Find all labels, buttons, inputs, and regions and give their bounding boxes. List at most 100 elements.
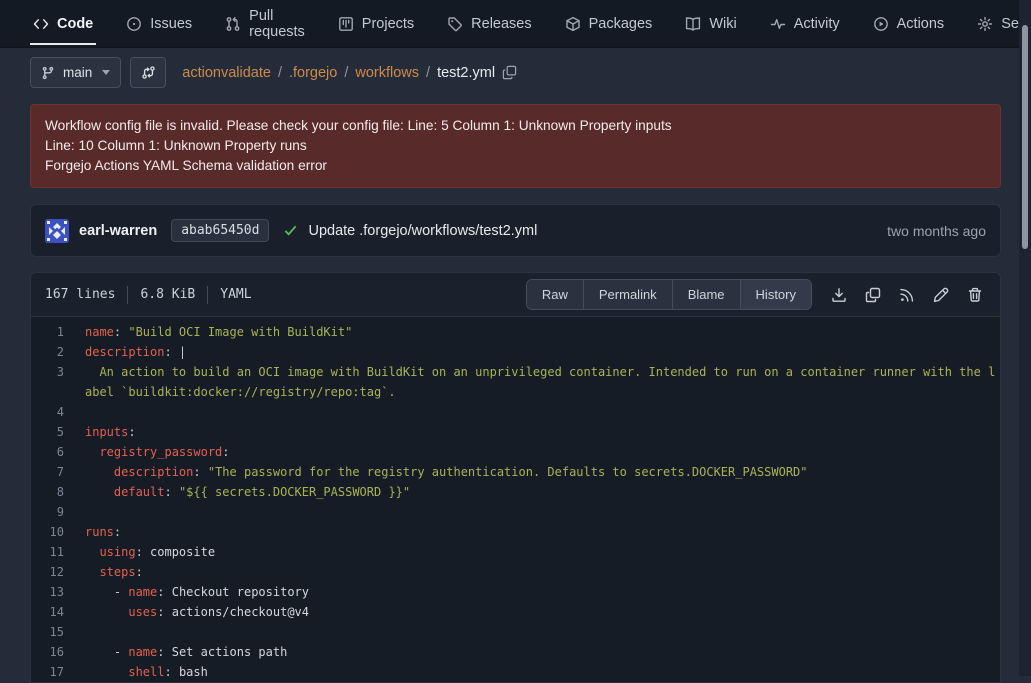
line-number[interactable]: 12: [31, 562, 85, 582]
line-number[interactable]: 14: [31, 602, 85, 622]
commit-message[interactable]: Update .forgejo/workflows/test2.yml: [308, 223, 537, 239]
repo-tabs: Code Issues Pull requests Projects Releases P…: [0, 0, 1031, 48]
code-line: 11 using: composite: [31, 542, 1000, 562]
line-content: description: "The password for the regis…: [85, 462, 1000, 482]
breadcrumb-separator: /: [278, 65, 282, 81]
code-line: 17 shell: bash: [31, 662, 1000, 682]
code-line: 2description: |: [31, 342, 1000, 362]
line-number[interactable]: 11: [31, 542, 85, 562]
tab-label: Activity: [794, 16, 840, 32]
chevron-down-icon: [102, 70, 110, 75]
breadcrumb-.forgejo[interactable]: .forgejo: [289, 65, 337, 81]
compare-button[interactable]: [130, 57, 166, 88]
code-line: 10runs:: [31, 522, 1000, 542]
git-branch-icon: [41, 66, 55, 80]
line-content: [85, 402, 1000, 422]
page-scrollbar: [1019, 0, 1031, 676]
tab-issues[interactable]: Issues: [123, 0, 195, 47]
line-content: - name: Checkout repository: [85, 582, 1000, 602]
file-size: 6.8 KiB: [140, 287, 195, 302]
line-number[interactable]: 1: [31, 322, 85, 342]
git-compare-icon: [141, 65, 156, 80]
line-number[interactable]: 9: [31, 502, 85, 522]
line-number[interactable]: 7: [31, 462, 85, 482]
scrollbar-thumb[interactable]: [1022, 25, 1028, 249]
line-number[interactable]: 13: [31, 582, 85, 602]
breadcrumb-workflows[interactable]: workflows: [355, 65, 419, 81]
line-content: registry_password:: [85, 442, 1000, 462]
tab-projects[interactable]: Projects: [335, 0, 417, 47]
code-line: 8 default: "${{ secrets.DOCKER_PASSWORD …: [31, 482, 1000, 502]
code-line: 6 registry_password:: [31, 442, 1000, 462]
code-line: 4: [31, 402, 1000, 422]
tab-label: Packages: [589, 16, 653, 32]
rss-button[interactable]: [892, 280, 922, 310]
edit-button[interactable]: [926, 280, 956, 310]
file-language: YAML: [220, 287, 251, 302]
line-content: name: "Build OCI Image with BuildKit": [85, 322, 1000, 342]
package-icon: [565, 16, 581, 32]
file-info: 167 lines 6.8 KiB YAML: [45, 286, 252, 304]
error-line: Line: 10 Column 1: Unknown Property runs: [45, 136, 986, 156]
code-icon: [33, 16, 49, 32]
line-number[interactable]: 6: [31, 442, 85, 462]
code-line: 7 description: "The password for the reg…: [31, 462, 1000, 482]
line-content: runs:: [85, 522, 1000, 542]
line-number[interactable]: 3: [31, 362, 85, 402]
line-number[interactable]: 2: [31, 342, 85, 362]
tab-label: Projects: [362, 16, 414, 32]
download-button[interactable]: [824, 280, 854, 310]
file-line-count: 167 lines: [45, 287, 115, 302]
tab-activity[interactable]: Activity: [767, 0, 843, 47]
code-line: 3 An action to build an OCI image with B…: [31, 362, 1000, 402]
line-number[interactable]: 17: [31, 662, 85, 682]
tab-label: Code: [57, 16, 93, 32]
breadcrumb-separator: /: [344, 65, 348, 81]
line-content: [85, 622, 1000, 642]
permalink-button[interactable]: Permalink: [584, 280, 673, 309]
tag-icon: [447, 16, 463, 32]
line-number[interactable]: 8: [31, 482, 85, 502]
file-header: 167 lines 6.8 KiB YAML RawPermalinkBlame…: [31, 273, 1000, 317]
line-number[interactable]: 16: [31, 642, 85, 662]
raw-button[interactable]: Raw: [527, 280, 584, 309]
tab-label: Pull requests: [249, 8, 305, 40]
code-line: 1name: "Build OCI Image with BuildKit": [31, 322, 1000, 342]
commit-author[interactable]: earl-warren: [79, 223, 157, 239]
tab-packages[interactable]: Packages: [562, 0, 656, 47]
blame-button[interactable]: Blame: [673, 280, 741, 309]
book-icon: [685, 16, 701, 32]
commit-hash[interactable]: abab65450d: [171, 219, 269, 242]
breadcrumb-actionvalidate[interactable]: actionvalidate: [182, 65, 271, 81]
tab-releases[interactable]: Releases: [444, 0, 534, 47]
line-number[interactable]: 5: [31, 422, 85, 442]
tab-wiki[interactable]: Wiki: [682, 0, 739, 47]
line-content: description: |: [85, 342, 1000, 362]
copy-button[interactable]: [858, 280, 888, 310]
error-line: Forgejo Actions YAML Schema validation e…: [45, 156, 986, 176]
history-button[interactable]: History: [741, 280, 811, 309]
line-content: [85, 502, 1000, 522]
file-view: 167 lines 6.8 KiB YAML RawPermalinkBlame…: [30, 272, 1001, 683]
line-number[interactable]: 10: [31, 522, 85, 542]
branch-selector[interactable]: main: [30, 57, 121, 88]
tab-pull-requests[interactable]: Pull requests: [222, 0, 308, 47]
line-content: using: composite: [85, 542, 1000, 562]
issue-icon: [126, 16, 142, 32]
line-number[interactable]: 4: [31, 402, 85, 422]
line-number[interactable]: 15: [31, 622, 85, 642]
code-line: 16 - name: Set actions path: [31, 642, 1000, 662]
rss-icon: [899, 287, 915, 303]
tab-label: Issues: [150, 16, 192, 32]
commit-status-check-icon[interactable]: [283, 223, 298, 238]
project-icon: [338, 16, 354, 32]
tab-code[interactable]: Code: [30, 0, 96, 47]
tab-actions[interactable]: Actions: [870, 0, 948, 47]
avatar[interactable]: [45, 219, 69, 243]
copy-path-icon[interactable]: [502, 65, 517, 80]
divider: [207, 286, 208, 304]
line-content: default: "${{ secrets.DOCKER_PASSWORD }}…: [85, 482, 1000, 502]
delete-button[interactable]: [960, 280, 990, 310]
error-line: Workflow config file is invalid. Please …: [45, 116, 986, 136]
view-button-group: RawPermalinkBlameHistory: [526, 279, 812, 310]
